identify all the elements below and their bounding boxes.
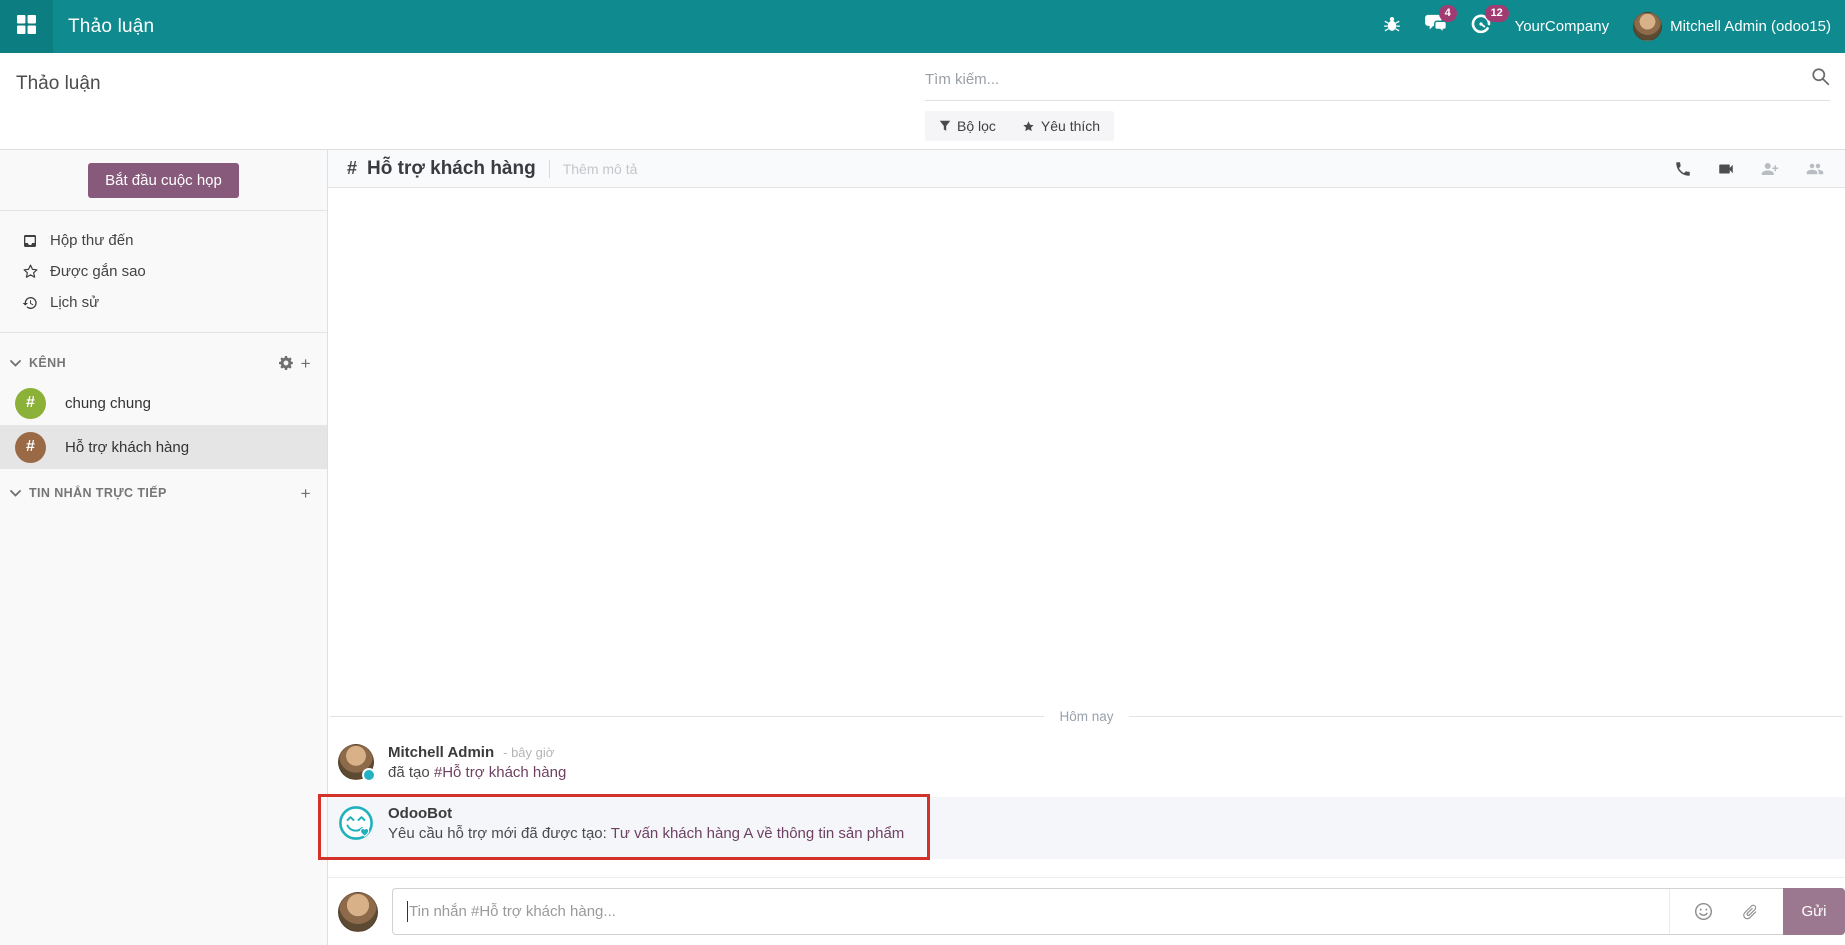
paperclip-icon[interactable] xyxy=(1741,903,1759,921)
channel-mention-link[interactable]: #Hỗ trợ khách hàng xyxy=(434,764,566,781)
channels-section-label: KÊNH xyxy=(29,356,66,370)
gear-icon[interactable] xyxy=(279,356,293,370)
message-input[interactable]: Tin nhắn #Hỗ trợ khách hàng... xyxy=(392,888,1783,935)
channel-name: Hỗ trợ khách hàng xyxy=(65,439,189,456)
start-meeting-button[interactable]: Bắt đầu cuộc họp xyxy=(88,163,239,198)
search-icon[interactable] xyxy=(1811,67,1830,91)
search-area: Bộ lọc Yêu thích xyxy=(925,67,1830,141)
app-title: Thảo luận xyxy=(68,16,154,38)
channel-list: # chung chung # Hỗ trợ khách hàng xyxy=(0,381,327,469)
funnel-icon xyxy=(939,120,951,132)
thread-header: # Hỗ trợ khách hàng Thêm mô tả xyxy=(328,150,1845,188)
members-icon[interactable] xyxy=(1804,160,1826,178)
send-button[interactable]: Gửi xyxy=(1783,888,1845,935)
record-link[interactable]: Tư vấn khách hàng A về thông tin sản phẩ… xyxy=(611,825,905,842)
search-input[interactable] xyxy=(925,71,1811,88)
message-text: Yêu cầu hỗ trợ mới đã được tạo: xyxy=(388,825,611,842)
sidebar-item-starred[interactable]: Được gắn sao xyxy=(0,256,327,287)
sidebar-item-inbox[interactable]: Hộp thư đến xyxy=(0,225,327,256)
apps-grid-icon xyxy=(17,15,36,39)
user-avatar xyxy=(1633,12,1662,41)
apps-menu-button[interactable] xyxy=(0,0,53,53)
video-icon[interactable] xyxy=(1716,160,1736,178)
message-list: Hôm nay Mitchell Admin - bây giờ xyxy=(328,188,1845,877)
header-separator xyxy=(549,160,550,178)
filters-button[interactable]: Bộ lọc xyxy=(939,118,996,134)
sidebar-item-label: Lịch sử xyxy=(50,294,99,311)
message-author[interactable]: OdooBot xyxy=(388,805,452,822)
message-input-placeholder: Tin nhắn #Hỗ trợ khách hàng... xyxy=(409,903,616,920)
dm-section-label: TIN NHẮN TRỰC TIẾP xyxy=(29,486,167,500)
favorites-label: Yêu thích xyxy=(1041,118,1100,134)
channel-item-general[interactable]: # chung chung xyxy=(0,381,327,425)
sidebar-item-label: Được gắn sao xyxy=(50,263,146,280)
bug-icon xyxy=(1383,15,1401,38)
online-status-dot xyxy=(362,768,376,782)
breadcrumb: Thảo luận xyxy=(16,73,101,95)
odoobot-avatar xyxy=(338,805,374,841)
message-text: đã tạo xyxy=(388,764,434,781)
filters-label: Bộ lọc xyxy=(957,118,996,134)
add-dm-button[interactable]: + xyxy=(301,485,311,502)
channel-avatar: # xyxy=(15,388,46,419)
chevron-down-icon[interactable] xyxy=(10,360,21,367)
channel-name: chung chung xyxy=(65,395,151,412)
message-row-odoobot: OdooBot Yêu cầu hỗ trợ mới đã được tạo: … xyxy=(328,797,1845,859)
star-outline-icon xyxy=(21,263,39,280)
history-icon xyxy=(21,295,39,311)
activities-badge: 12 xyxy=(1485,5,1509,22)
channels-section-header: KÊNH + xyxy=(0,353,327,373)
messages-menu-button[interactable]: 4 xyxy=(1425,14,1447,39)
avatar xyxy=(338,744,374,780)
mailboxes-section: Hộp thư đến Được gắn sao Lịch sử xyxy=(0,211,327,333)
thread-title[interactable]: Hỗ trợ khách hàng xyxy=(367,158,536,180)
user-menu[interactable]: Mitchell Admin (odoo15) xyxy=(1633,12,1831,41)
inbox-icon xyxy=(21,233,39,249)
date-divider-label: Hôm nay xyxy=(1059,709,1113,724)
message-row-mitchell: Mitchell Admin - bây giờ đã tạo #Hỗ trợ … xyxy=(328,738,1845,793)
chevron-down-icon[interactable] xyxy=(10,490,21,497)
channel-item-support[interactable]: # Hỗ trợ khách hàng xyxy=(0,425,327,469)
message-author[interactable]: Mitchell Admin xyxy=(388,744,494,761)
debug-menu-button[interactable] xyxy=(1383,15,1401,38)
star-icon xyxy=(1022,120,1035,133)
sidebar-item-label: Hộp thư đến xyxy=(50,232,133,249)
message-composer: Tin nhắn #Hỗ trợ khách hàng... Gửi xyxy=(328,877,1845,945)
discuss-app: Thảo luận 4 12 YourCompany xyxy=(0,0,1845,945)
thread-panel: # Hỗ trợ khách hàng Thêm mô tả xyxy=(328,150,1845,945)
top-navbar: Thảo luận 4 12 YourCompany xyxy=(0,0,1845,53)
phone-icon[interactable] xyxy=(1674,160,1692,178)
channel-avatar: # xyxy=(15,432,46,463)
user-name: Mitchell Admin (odoo15) xyxy=(1670,18,1831,35)
hash-icon: # xyxy=(347,158,357,179)
sidebar-item-history[interactable]: Lịch sử xyxy=(0,287,327,318)
emoji-icon[interactable] xyxy=(1694,902,1713,921)
company-switcher[interactable]: YourCompany xyxy=(1515,18,1610,35)
favorites-button[interactable]: Yêu thích xyxy=(1022,118,1100,134)
add-channel-button[interactable]: + xyxy=(301,355,311,372)
activities-menu-button[interactable]: 12 xyxy=(1471,14,1491,39)
dm-section-header: TIN NHẮN TRỰC TIẾP + xyxy=(0,483,327,503)
messages-badge: 4 xyxy=(1439,5,1457,22)
search-facets: Bộ lọc Yêu thích xyxy=(925,111,1114,141)
control-panel: Thảo luận Bộ lọc Yê xyxy=(0,53,1845,150)
thread-description-placeholder[interactable]: Thêm mô tả xyxy=(563,161,638,177)
add-user-icon[interactable] xyxy=(1760,160,1780,178)
composer-avatar xyxy=(338,892,378,932)
discuss-sidebar: Bắt đầu cuộc họp Hộp thư đến Được gắn sa… xyxy=(0,150,328,945)
text-cursor xyxy=(407,901,408,922)
date-divider: Hôm nay xyxy=(328,709,1845,724)
message-time: - bây giờ xyxy=(503,745,554,760)
